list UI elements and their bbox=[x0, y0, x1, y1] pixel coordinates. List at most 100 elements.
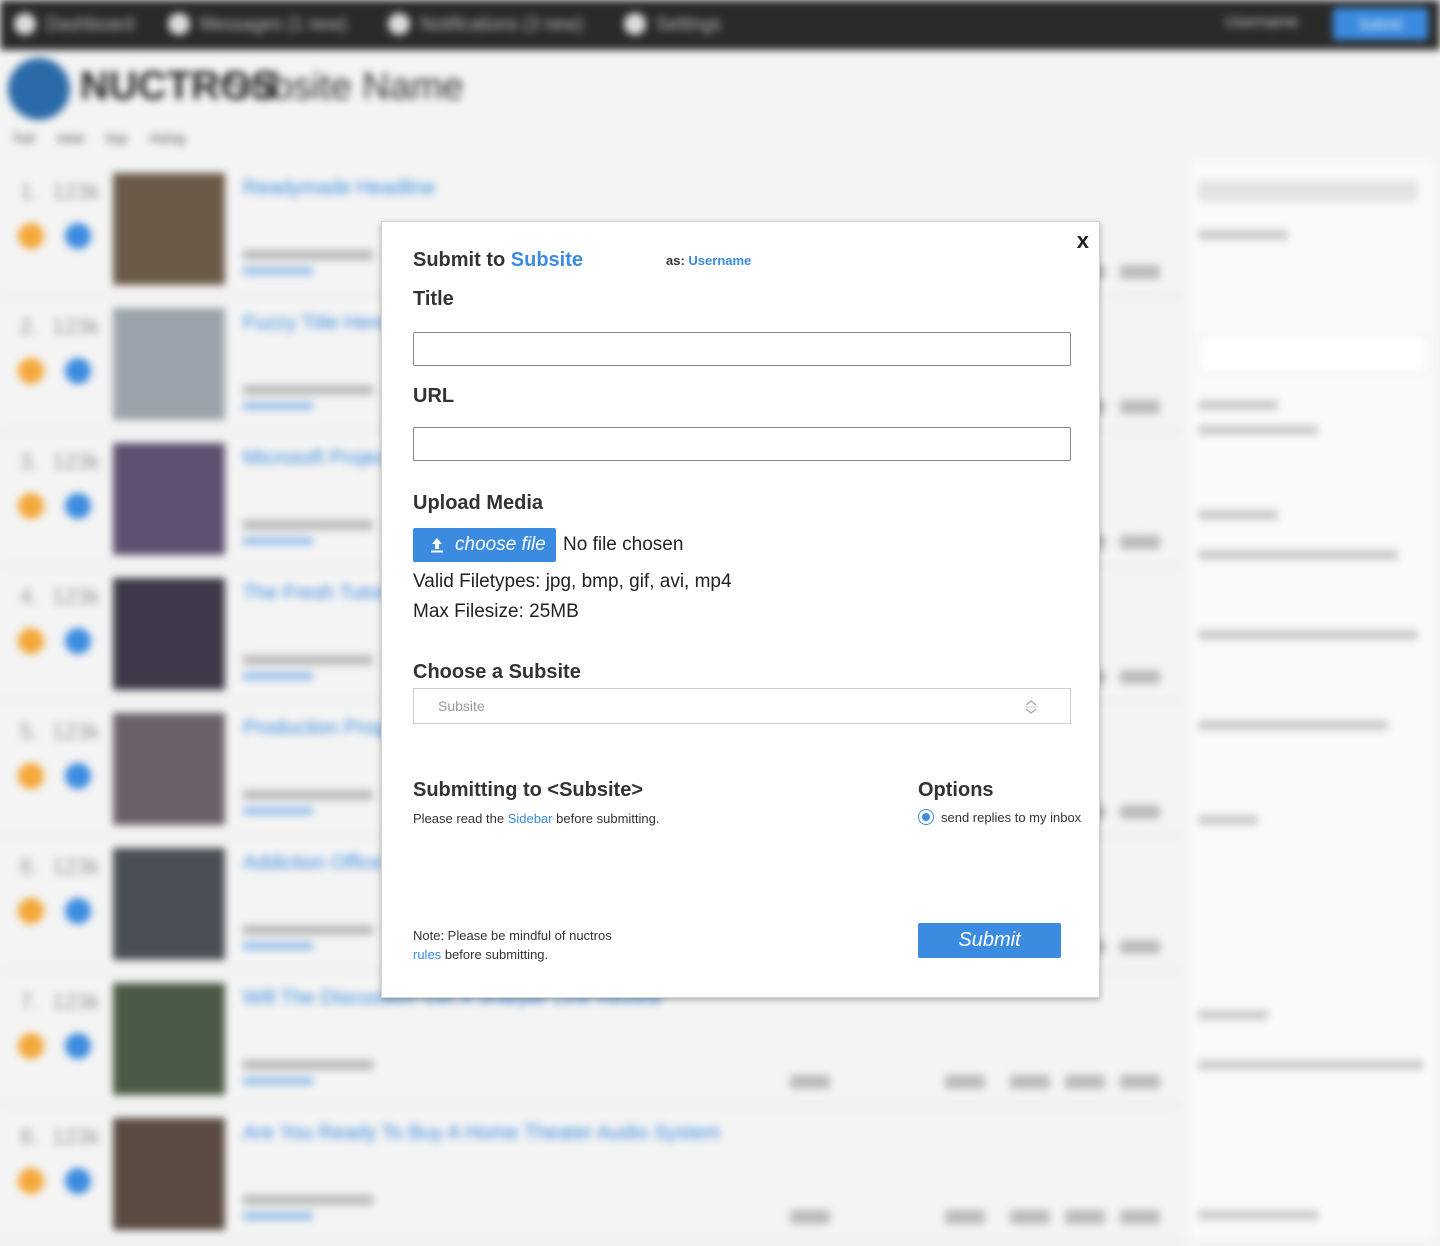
post-thumbnail[interactable] bbox=[113, 578, 225, 690]
heading-subsite-link[interactable]: Subsite bbox=[511, 249, 583, 271]
upvote-icon[interactable] bbox=[18, 898, 44, 924]
post-action[interactable] bbox=[790, 1210, 830, 1224]
post-action[interactable] bbox=[1065, 1075, 1105, 1089]
post-author-link[interactable] bbox=[243, 672, 313, 680]
downvote-icon[interactable] bbox=[65, 1168, 91, 1194]
read-sidebar-note: Please read the Sidebar before submittin… bbox=[413, 811, 659, 826]
post-action[interactable] bbox=[1010, 1075, 1050, 1089]
post-action[interactable] bbox=[1010, 1210, 1050, 1224]
post-rank: 4. bbox=[20, 584, 39, 609]
post-thumbnail[interactable] bbox=[113, 983, 225, 1095]
post-action[interactable] bbox=[1120, 670, 1160, 684]
post-title-link[interactable]: Are You Ready To Buy A Home Theater Audi… bbox=[243, 1122, 720, 1145]
post-rank: 3. bbox=[20, 449, 39, 474]
post-title-link[interactable]: Fuzzy Title Here bbox=[243, 312, 387, 335]
upvote-icon[interactable] bbox=[18, 1168, 44, 1194]
downvote-icon[interactable] bbox=[65, 898, 91, 924]
post-score: 123k bbox=[52, 449, 100, 474]
site-logo[interactable] bbox=[8, 58, 70, 120]
post-title-link[interactable]: Microsoft Project bbox=[243, 447, 392, 470]
post-action[interactable] bbox=[1120, 1210, 1160, 1224]
sort-tab[interactable]: new bbox=[57, 130, 85, 147]
post-rank: 7. bbox=[20, 989, 39, 1014]
modal-heading: Submit to Subsite bbox=[413, 249, 583, 272]
sort-tab[interactable]: rising bbox=[149, 130, 185, 147]
post-action[interactable] bbox=[1120, 805, 1160, 819]
post-author-link[interactable] bbox=[243, 1212, 313, 1220]
downvote-icon[interactable] bbox=[65, 358, 91, 384]
read-suffix: before submitting. bbox=[556, 811, 660, 826]
title-input[interactable] bbox=[413, 332, 1071, 366]
post-action[interactable] bbox=[945, 1210, 985, 1224]
post-action[interactable] bbox=[790, 1075, 830, 1089]
gear-icon bbox=[624, 13, 646, 35]
search-box[interactable] bbox=[1198, 180, 1418, 202]
post-author-link[interactable] bbox=[243, 537, 313, 545]
upvote-icon[interactable] bbox=[18, 223, 44, 249]
post-score: 123k bbox=[52, 719, 100, 744]
nav-dashboard[interactable]: Dashboard bbox=[14, 10, 134, 38]
post-action[interactable] bbox=[1065, 1210, 1105, 1224]
post-thumbnail[interactable] bbox=[113, 173, 225, 285]
post-thumbnail[interactable] bbox=[113, 308, 225, 420]
post-rank: 5. bbox=[20, 719, 39, 744]
top-submit-button[interactable]: Submit bbox=[1333, 8, 1428, 40]
nav-notifications[interactable]: Notifications (3 new) bbox=[388, 10, 583, 38]
send-replies-radio[interactable] bbox=[918, 809, 934, 825]
sidebar-link[interactable]: Sidebar bbox=[508, 811, 553, 826]
post-action[interactable] bbox=[1120, 265, 1160, 279]
sort-tab[interactable]: top bbox=[106, 130, 127, 147]
post-action[interactable] bbox=[945, 1075, 985, 1089]
post-author-link[interactable] bbox=[243, 1077, 313, 1085]
close-icon[interactable]: x bbox=[1077, 228, 1089, 254]
post-thumbnail[interactable] bbox=[113, 848, 225, 960]
downvote-icon[interactable] bbox=[65, 763, 91, 789]
upvote-icon[interactable] bbox=[18, 763, 44, 789]
post-action[interactable] bbox=[1120, 400, 1160, 414]
post-title-link[interactable]: Readymade Headline bbox=[243, 177, 435, 200]
sidebar-block bbox=[1198, 550, 1398, 560]
title-label: Title bbox=[413, 288, 454, 310]
nav-settings[interactable]: Settings bbox=[624, 10, 721, 38]
post-thumbnail[interactable] bbox=[113, 443, 225, 555]
url-input[interactable] bbox=[413, 427, 1071, 461]
top-username[interactable]: Username bbox=[1225, 14, 1299, 32]
heading-prefix: Submit to bbox=[413, 249, 506, 271]
choose-file-label: choose file bbox=[455, 534, 546, 555]
nav-label: Messages (1 new) bbox=[200, 13, 348, 34]
post-action[interactable] bbox=[1120, 535, 1160, 549]
upvote-icon[interactable] bbox=[18, 628, 44, 654]
post-score: 123k bbox=[52, 314, 100, 339]
choose-file-button[interactable]: choose file bbox=[413, 528, 556, 562]
post-thumbnail[interactable] bbox=[113, 713, 225, 825]
submit-button[interactable]: Submit bbox=[918, 923, 1061, 958]
post-author-link[interactable] bbox=[243, 267, 313, 275]
upvote-icon[interactable] bbox=[18, 1033, 44, 1059]
post-action[interactable] bbox=[1120, 1075, 1160, 1089]
downvote-icon[interactable] bbox=[65, 493, 91, 519]
upvote-icon[interactable] bbox=[18, 358, 44, 384]
post-meta bbox=[243, 925, 373, 935]
note-line: Note: Please be mindful of nuctros bbox=[413, 928, 612, 943]
rules-link[interactable]: rules bbox=[413, 947, 441, 962]
subscribe-button[interactable] bbox=[1198, 335, 1428, 373]
post-rank: 2. bbox=[20, 314, 39, 339]
note-line: rules before submitting. bbox=[413, 945, 612, 964]
post-title-link[interactable]: Addiction Office bbox=[243, 852, 383, 875]
nav-messages[interactable]: Messages (1 new) bbox=[168, 10, 347, 38]
sort-tab[interactable]: hot bbox=[14, 130, 35, 147]
post-meta bbox=[243, 1195, 373, 1205]
subsite-select[interactable]: Subsite bbox=[413, 688, 1071, 724]
post-thumbnail[interactable] bbox=[113, 1118, 225, 1230]
send-replies-label[interactable]: send replies to my inbox bbox=[941, 810, 1081, 825]
post-author-link[interactable] bbox=[243, 402, 313, 410]
post-author-link[interactable] bbox=[243, 807, 313, 815]
options-heading: Options bbox=[918, 779, 994, 801]
downvote-icon[interactable] bbox=[65, 628, 91, 654]
post-action[interactable] bbox=[1120, 940, 1160, 954]
username-link[interactable]: Username bbox=[688, 253, 751, 268]
post-author-link[interactable] bbox=[243, 942, 313, 950]
downvote-icon[interactable] bbox=[65, 223, 91, 249]
downvote-icon[interactable] bbox=[65, 1033, 91, 1059]
upvote-icon[interactable] bbox=[18, 493, 44, 519]
